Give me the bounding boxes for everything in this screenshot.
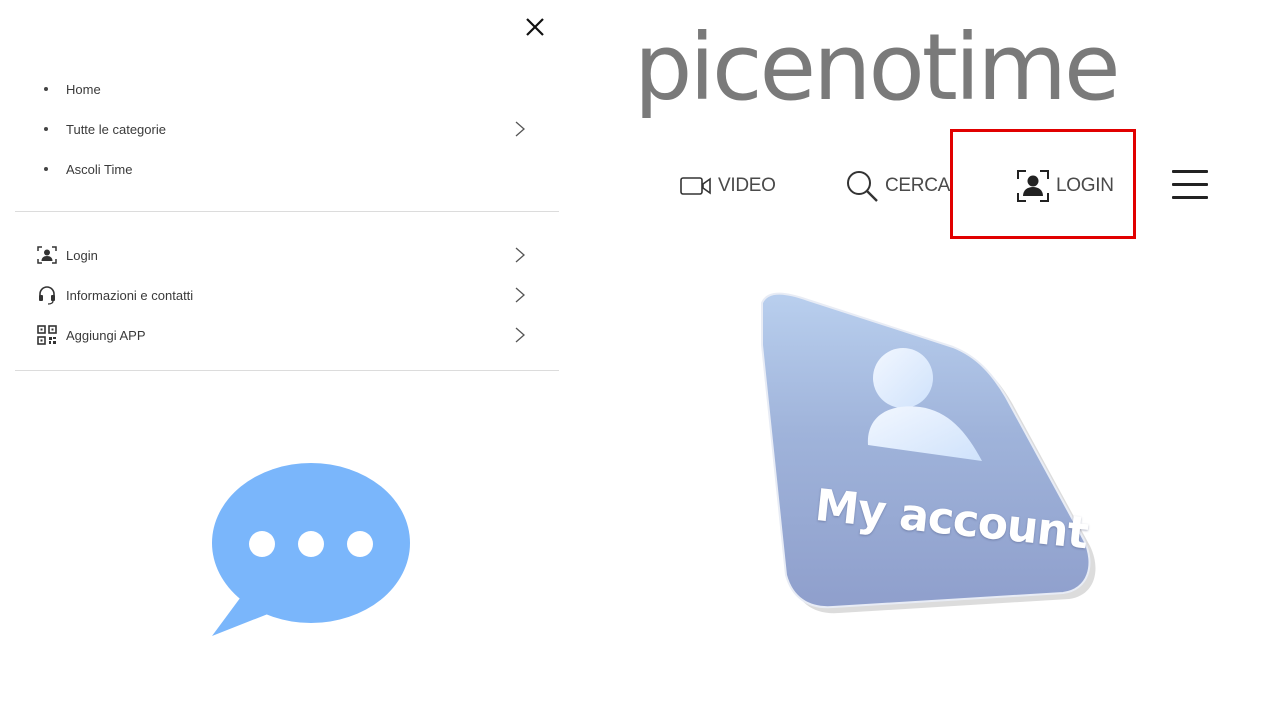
nav-search-label: CERCA (885, 175, 951, 196)
menu-item-label: Aggiungi APP (66, 327, 146, 343)
menu-divider (15, 370, 559, 371)
primary-menu: Home Tutte le categorie Ascoli Time (15, 69, 559, 189)
video-camera-icon (680, 177, 711, 195)
chevron-right-icon[interactable] (513, 287, 527, 303)
nav-video[interactable]: VIDEO (680, 168, 776, 204)
site-logo[interactable]: picenotime (634, 22, 1121, 114)
menu-item-label: Home (66, 81, 101, 97)
menu-item-ascoli-time[interactable]: Ascoli Time (15, 149, 559, 189)
bullet-icon (44, 127, 48, 131)
hamburger-menu-icon[interactable] (1172, 170, 1208, 200)
chevron-right-icon[interactable] (513, 327, 527, 343)
user-frame-icon (37, 246, 57, 264)
nav-video-label: VIDEO (718, 175, 776, 196)
qr-code-icon (37, 325, 57, 345)
side-drawer: Home Tutte le categorie Ascoli Time Logi… (0, 0, 575, 720)
menu-item-label: Tutte le categorie (66, 121, 166, 137)
nav-search[interactable]: CERCA (845, 168, 950, 204)
menu-item-label: Login (66, 247, 98, 263)
close-icon[interactable] (522, 14, 548, 40)
chevron-right-icon[interactable] (513, 247, 527, 263)
menu-item-categories[interactable]: Tutte le categorie (15, 109, 559, 149)
headset-icon (39, 286, 55, 305)
my-account-card[interactable]: My account (748, 285, 1098, 615)
menu-item-login[interactable]: Login (15, 235, 559, 275)
login-highlight-box (950, 129, 1136, 239)
bullet-icon (44, 87, 48, 91)
menu-divider (15, 211, 559, 212)
menu-item-label: Ascoli Time (66, 161, 133, 177)
account-card-graphic (761, 292, 1096, 614)
menu-item-info-contacts[interactable]: Informazioni e contatti (15, 275, 559, 315)
chat-bubble-icon[interactable] (208, 460, 414, 640)
secondary-menu: Login Informazioni e contatti Aggiungi A… (15, 235, 559, 355)
menu-item-home[interactable]: Home (15, 69, 559, 109)
bullet-icon (44, 167, 48, 171)
chevron-right-icon[interactable] (513, 121, 527, 137)
menu-item-label: Informazioni e contatti (66, 287, 194, 303)
search-icon (847, 171, 878, 202)
menu-item-add-app[interactable]: Aggiungi APP (15, 315, 559, 355)
